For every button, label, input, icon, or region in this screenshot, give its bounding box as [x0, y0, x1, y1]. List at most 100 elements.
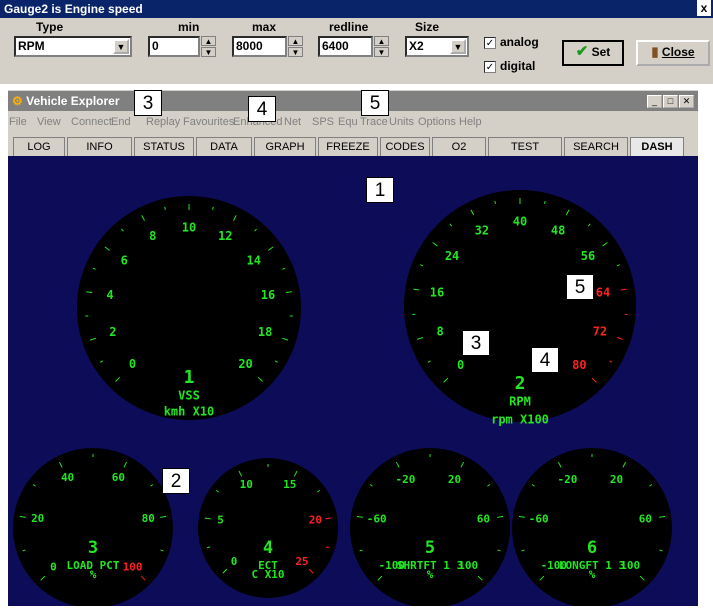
ect-tick-label: 25 [295, 555, 308, 568]
rpm-name-label: RPM [509, 395, 531, 409]
ect-tick-label: 20 [309, 513, 322, 526]
menu-connect[interactable]: Connect [71, 116, 112, 128]
rpm-tick-label: 64 [596, 285, 610, 299]
longft-units-label: % [589, 568, 596, 581]
rpm-tick-label: 40 [513, 215, 527, 229]
dialog-close-icon[interactable]: x [697, 0, 711, 16]
load-gauge-face [13, 448, 173, 606]
vss-tick-label: 6 [121, 253, 128, 267]
menu-replay[interactable]: Replay [146, 116, 180, 128]
ect-tick-label: 5 [217, 513, 224, 526]
app-icon: ⚙ [8, 94, 23, 108]
min-spin-up-icon[interactable]: ▲ [201, 36, 216, 46]
rpm-tick-label: 48 [551, 224, 565, 238]
vss-units-label: kmh X10 [164, 405, 215, 419]
shrtft-digital-readout: 5 [425, 538, 435, 558]
longft-digital-readout: 6 [587, 538, 597, 558]
redline-input[interactable]: 6400 [318, 36, 373, 57]
close-button[interactable]: ▮ Close [636, 40, 710, 66]
callout-3: 3 [462, 330, 490, 356]
longft-tick-label: -60 [529, 513, 549, 526]
analog-checkbox[interactable]: ✓ [484, 37, 496, 49]
callout-1: 1 [366, 177, 394, 203]
shrtft-tick-label: 20 [448, 473, 461, 486]
menu-equ[interactable]: Equ [338, 116, 358, 128]
max-input[interactable]: 8000 [232, 36, 287, 57]
tab-graph[interactable]: GRAPH [254, 137, 316, 157]
vss-tick-label: 14 [246, 253, 260, 267]
rpm-tick-label: 32 [475, 224, 489, 238]
callout-redline: 5 [361, 90, 389, 116]
close-window-icon[interactable]: ✕ [679, 95, 694, 108]
callout-5: 5 [566, 274, 594, 300]
menu-units[interactable]: Units [389, 116, 414, 128]
minimize-icon[interactable]: _ [647, 95, 662, 108]
shrtft-tick-label: 60 [477, 513, 490, 526]
gauges-canvas: 024681012141618201VSSkmh X10081624324048… [8, 156, 698, 606]
rpm-tick-label: 80 [572, 358, 586, 372]
tab-info[interactable]: INFO [67, 137, 132, 157]
digital-checkbox[interactable]: ✓ [484, 61, 496, 73]
size-select[interactable]: X2 ▼ [405, 36, 469, 57]
load-tick-label: 20 [31, 512, 44, 525]
tab-test[interactable]: TEST [488, 137, 562, 157]
vss-tick-label: 12 [218, 229, 232, 243]
menu-view[interactable]: View [37, 116, 61, 128]
load-tick-label: 0 [50, 561, 57, 574]
longft-tick-label: 60 [639, 513, 652, 526]
chevron-down-icon[interactable]: ▼ [450, 39, 466, 54]
tab-search[interactable]: SEARCH [564, 137, 628, 157]
load-tick-label: 80 [142, 512, 155, 525]
min-spin-down-icon[interactable]: ▼ [201, 47, 216, 57]
vss-tick-label: 4 [106, 288, 113, 302]
callout-4: 4 [531, 347, 559, 373]
tab-dash[interactable]: DASH [630, 137, 684, 157]
max-spin-up-icon[interactable]: ▲ [288, 36, 303, 46]
type-select[interactable]: RPM ▼ [14, 36, 132, 57]
longft-tick-label: -20 [558, 473, 578, 486]
redline-spin-up-icon[interactable]: ▲ [374, 36, 389, 46]
redline-spin-down-icon[interactable]: ▼ [374, 47, 389, 57]
type-value: RPM [18, 39, 45, 53]
menu-end[interactable]: End [111, 116, 131, 128]
tab-o2[interactable]: O2 [432, 137, 486, 157]
ect-tick-label: 10 [240, 478, 253, 491]
set-button[interactable]: ✔ Set [562, 40, 624, 66]
tab-codes[interactable]: CODES [380, 137, 430, 157]
tab-freeze[interactable]: FREEZE [318, 137, 378, 157]
maximize-icon[interactable]: □ [663, 95, 678, 108]
menu-options[interactable]: Options [418, 116, 456, 128]
ect-tick-label: 0 [231, 555, 238, 568]
menu-file[interactable]: File [9, 116, 27, 128]
redline-label: redline [329, 20, 368, 34]
load-tick-label: 60 [112, 471, 125, 484]
menu-net[interactable]: Net [284, 116, 301, 128]
menu-trace[interactable]: Trace [360, 116, 388, 128]
vss-tick-label: 20 [238, 357, 252, 371]
menu-help[interactable]: Help [459, 116, 482, 128]
ect-tick-label: 15 [283, 478, 296, 491]
vss-tick-label: 2 [109, 325, 116, 339]
rpm-tick-label: 24 [445, 249, 459, 263]
rpm-tick-label: 56 [581, 249, 595, 263]
min-label: min [178, 20, 199, 34]
vss-tick-label: 18 [258, 325, 272, 339]
analog-label: analog [500, 35, 539, 49]
max-spin-down-icon[interactable]: ▼ [288, 47, 303, 57]
chevron-down-icon[interactable]: ▼ [113, 39, 129, 54]
tab-data[interactable]: DATA [196, 137, 252, 157]
checkmark-icon: ✔ [576, 43, 589, 60]
menu-sps[interactable]: SPS [312, 116, 334, 128]
tab-log[interactable]: LOG [13, 137, 65, 157]
set-label: Set [592, 45, 611, 59]
shrtft-tick-label: -20 [396, 473, 416, 486]
rpm-tick-label: 16 [430, 285, 444, 299]
callout-min: 3 [134, 90, 162, 116]
rpm-tick-label: 8 [436, 324, 443, 338]
menu-favourites[interactable]: Favourites [183, 116, 234, 128]
tab-status[interactable]: STATUS [134, 137, 194, 157]
min-input[interactable]: 0 [148, 36, 200, 57]
size-value: X2 [409, 39, 424, 53]
vss-digital-readout: 1 [184, 367, 195, 388]
vss-tick-label: 0 [129, 357, 136, 371]
